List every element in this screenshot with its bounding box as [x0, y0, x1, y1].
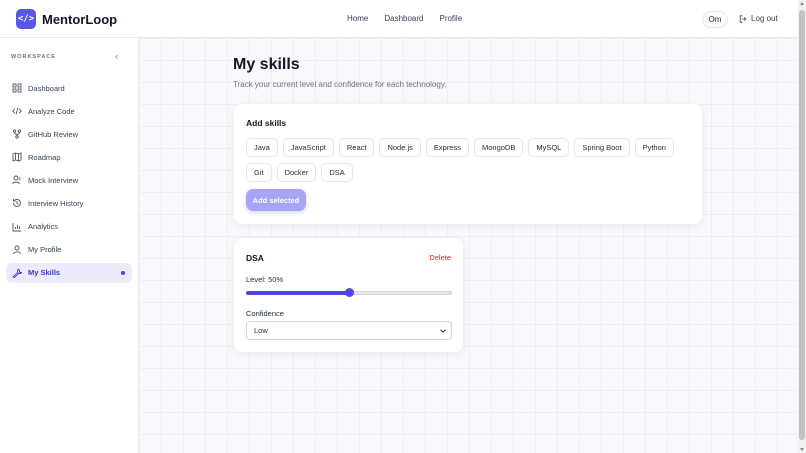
top-nav: Home Dashboard Profile — [347, 14, 462, 23]
delete-skill-button[interactable]: Delete — [429, 253, 451, 262]
confidence-label: Confidence — [246, 309, 284, 318]
confidence-value: Low — [254, 326, 268, 335]
sidebar-item-label: Interview History — [28, 198, 84, 208]
sidebar-item-label: Roadmap — [28, 152, 61, 162]
sidebar-item-roadmap[interactable]: Roadmap — [6, 147, 132, 167]
skill-chip[interactable]: Express — [425, 138, 469, 157]
sidebar-item-label: Analyze Code — [28, 106, 75, 116]
active-indicator — [121, 270, 125, 275]
skill-chip[interactable]: DSA — [321, 163, 353, 182]
add-skills-title: Add skills — [246, 118, 287, 128]
sidebar-item-my-skills[interactable]: My Skills — [6, 262, 132, 283]
skill-chip[interactable]: Java — [246, 138, 278, 157]
scroll-down-icon[interactable] — [800, 448, 804, 451]
level-slider[interactable] — [246, 288, 452, 298]
skill-chip[interactable]: Docker — [276, 163, 317, 182]
skill-chip[interactable]: JavaScript — [282, 138, 334, 157]
slider-thumb[interactable] — [344, 288, 354, 297]
skill-chip[interactable]: React — [338, 138, 375, 157]
skill-chip[interactable]: Spring Boot — [574, 138, 630, 157]
skill-chip[interactable]: Git — [246, 163, 272, 182]
app-name: MentorLoop — [42, 11, 118, 27]
skill-chip[interactable]: Python — [634, 138, 674, 157]
skill-chip[interactable]: Node.js — [379, 138, 421, 157]
sidebar-item-my-profile[interactable]: My Profile — [6, 240, 132, 260]
skill-chip[interactable]: MySQL — [528, 138, 570, 157]
sidebar-item-label: GitHub Review — [28, 129, 79, 139]
nav-home[interactable]: Home — [347, 14, 368, 23]
page-title: My skills — [233, 56, 300, 73]
scroll-thumb[interactable] — [799, 10, 805, 440]
sidebar-nav: Dashboard Analyze Code GitHub Review Roa… — [6, 78, 132, 286]
code-icon — [12, 106, 22, 116]
logout-label: Log out — [751, 14, 778, 23]
sidebar-item-label: My Profile — [28, 245, 62, 255]
user-icon — [12, 245, 22, 255]
git-branch-icon — [12, 129, 22, 139]
sidebar-item-interview-history[interactable]: Interview History — [6, 193, 132, 213]
user-mic-icon — [12, 175, 22, 185]
logout-button[interactable]: Log out — [739, 14, 778, 23]
sidebar-item-github-review[interactable]: GitHub Review — [6, 124, 132, 144]
sidebar: WORKSPACE ‹ Dashboard Analyze Code GitHu… — [0, 38, 139, 453]
map-icon — [12, 152, 22, 162]
grid-icon — [12, 83, 22, 93]
sidebar-item-analyze-code[interactable]: Analyze Code — [6, 101, 132, 121]
bar-chart-icon — [12, 222, 22, 232]
sidebar-item-label: My Skills — [28, 268, 61, 278]
sidebar-item-label: Mock Interview — [28, 175, 79, 185]
confidence-select[interactable]: Low — [246, 321, 452, 340]
sidebar-item-label: Dashboard — [28, 83, 65, 93]
add-selected-button[interactable]: Add selected — [246, 189, 306, 211]
top-bar: </> MentorLoop Home Dashboard Profile Om… — [0, 0, 798, 38]
skill-card-dsa: DSA Delete Level: 50% Confidence Low — [233, 237, 464, 353]
page-subtitle: Track your current level and confidence … — [233, 80, 447, 89]
level-label: Level: 50% — [246, 275, 284, 284]
nav-dashboard[interactable]: Dashboard — [384, 14, 423, 23]
code-logo-icon: </> — [16, 9, 36, 29]
user-avatar[interactable]: Om — [702, 11, 728, 28]
logout-icon — [739, 14, 747, 23]
workspace-label: WORKSPACE — [11, 54, 56, 60]
wrench-icon — [12, 268, 22, 278]
skill-name: DSA — [246, 253, 264, 263]
nav-profile[interactable]: Profile — [439, 14, 462, 23]
chevron-down-icon — [440, 329, 446, 333]
skill-chip-list: Java JavaScript React Node.js Express Mo… — [246, 138, 686, 182]
sidebar-item-analytics[interactable]: Analytics — [6, 217, 132, 237]
app-logo[interactable]: </> MentorLoop — [16, 9, 117, 29]
main-content: My skills Track your current level and c… — [139, 38, 798, 453]
sidebar-item-dashboard[interactable]: Dashboard — [6, 78, 132, 98]
slider-fill — [246, 291, 349, 295]
add-skills-card: Add skills Java JavaScript React Node.js… — [233, 103, 703, 225]
sidebar-item-mock-interview[interactable]: Mock Interview — [6, 170, 132, 190]
skill-chip[interactable]: MongoDB — [473, 138, 524, 157]
collapse-sidebar-icon[interactable]: ‹ — [115, 51, 118, 61]
history-icon — [12, 198, 22, 208]
scroll-up-icon[interactable] — [800, 2, 804, 5]
page-scrollbar[interactable] — [798, 0, 806, 453]
sidebar-item-label: Analytics — [28, 222, 59, 232]
